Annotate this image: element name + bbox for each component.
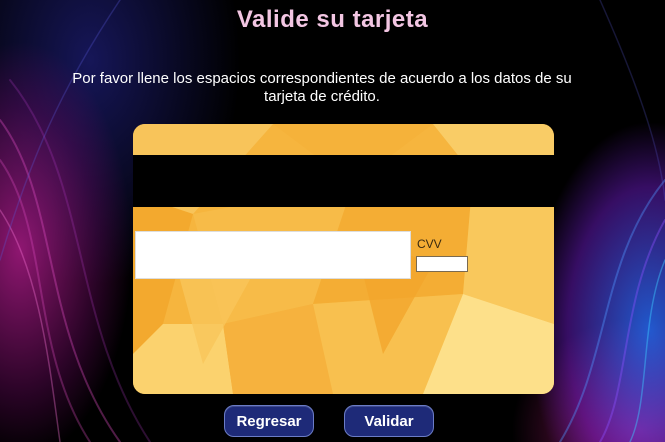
validate-button[interactable]: Validar bbox=[344, 405, 434, 437]
cvv-input[interactable] bbox=[416, 256, 468, 272]
credit-card-back: CVV bbox=[133, 124, 554, 394]
instructions-text: Por favor llene los espacios correspondi… bbox=[72, 70, 572, 105]
page-title: Valide su tarjeta bbox=[236, 6, 429, 33]
magnetic-stripe bbox=[133, 155, 554, 207]
cvv-label: CVV bbox=[417, 237, 442, 251]
signature-field[interactable] bbox=[135, 231, 411, 279]
back-button[interactable]: Regresar bbox=[224, 405, 314, 437]
